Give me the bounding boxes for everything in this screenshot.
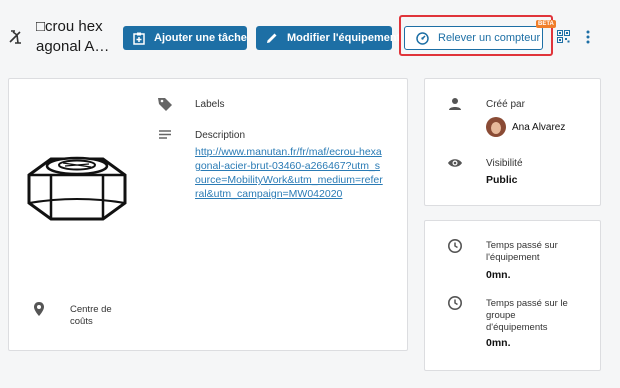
header-bar: □crou hex agonal A… Ajouter une tâche Mo… [0,0,620,74]
visibility-label: Visibilité [486,158,523,169]
clock-icon [448,239,462,253]
description-title: Description [195,130,246,141]
add-task-button[interactable]: Ajouter une tâche [123,26,247,50]
clock-icon [448,296,462,310]
person-icon [449,98,461,110]
creator-card: Créé par Ana Alvarez Visibilité Public [424,78,601,206]
avatar [486,117,506,137]
read-counter-button[interactable]: Relever un compteur [404,26,543,50]
more-vert-icon[interactable] [582,29,594,45]
hex-nut-image [27,156,127,221]
description-icon [159,130,171,139]
visibility-value: Public [486,174,518,186]
group-time-label: Temps passé sur le groupe d'équipements [486,298,568,333]
edit-equipment-button[interactable]: Modifier l'équipement [256,26,400,50]
eye-icon [448,159,462,167]
time-spent-card: Temps passé sur l'équipement 0mn. Temps … [424,220,601,371]
created-by-label: Créé par [486,99,525,110]
group-time-value: 0mn. [486,337,511,349]
add-task-icon [133,32,145,45]
edit-equipment-label: Modifier l'équipement [287,32,401,44]
title-line-1: □crou hex [36,18,103,35]
cost-center-label: Centre de coûts [70,304,112,327]
equipment-time-value: 0mn. [486,269,511,281]
label-icon [158,98,172,111]
gauge-icon [416,31,429,45]
equipment-icon [9,30,21,44]
labels-title: Labels [195,99,225,110]
read-counter-label: Relever un compteur [438,32,541,44]
pencil-icon [267,33,277,43]
equipment-time-label: Temps passé sur l'équipement [486,240,558,263]
qr-code-icon[interactable] [557,30,570,43]
equipment-title: □crou hex agonal A… [36,17,118,57]
add-task-label: Ajouter une tâche [154,32,247,44]
location-pin-icon [34,302,44,316]
description-link[interactable]: http://www.manutan.fr/fr/maf/ecrou-hexag… [195,145,385,201]
title-line-2: agonal A… [36,38,110,55]
beta-badge: BETA [536,20,556,28]
creator-name[interactable]: Ana Alvarez [512,122,565,133]
equipment-details-card: Labels Description http://www.manutan.fr… [8,78,408,351]
